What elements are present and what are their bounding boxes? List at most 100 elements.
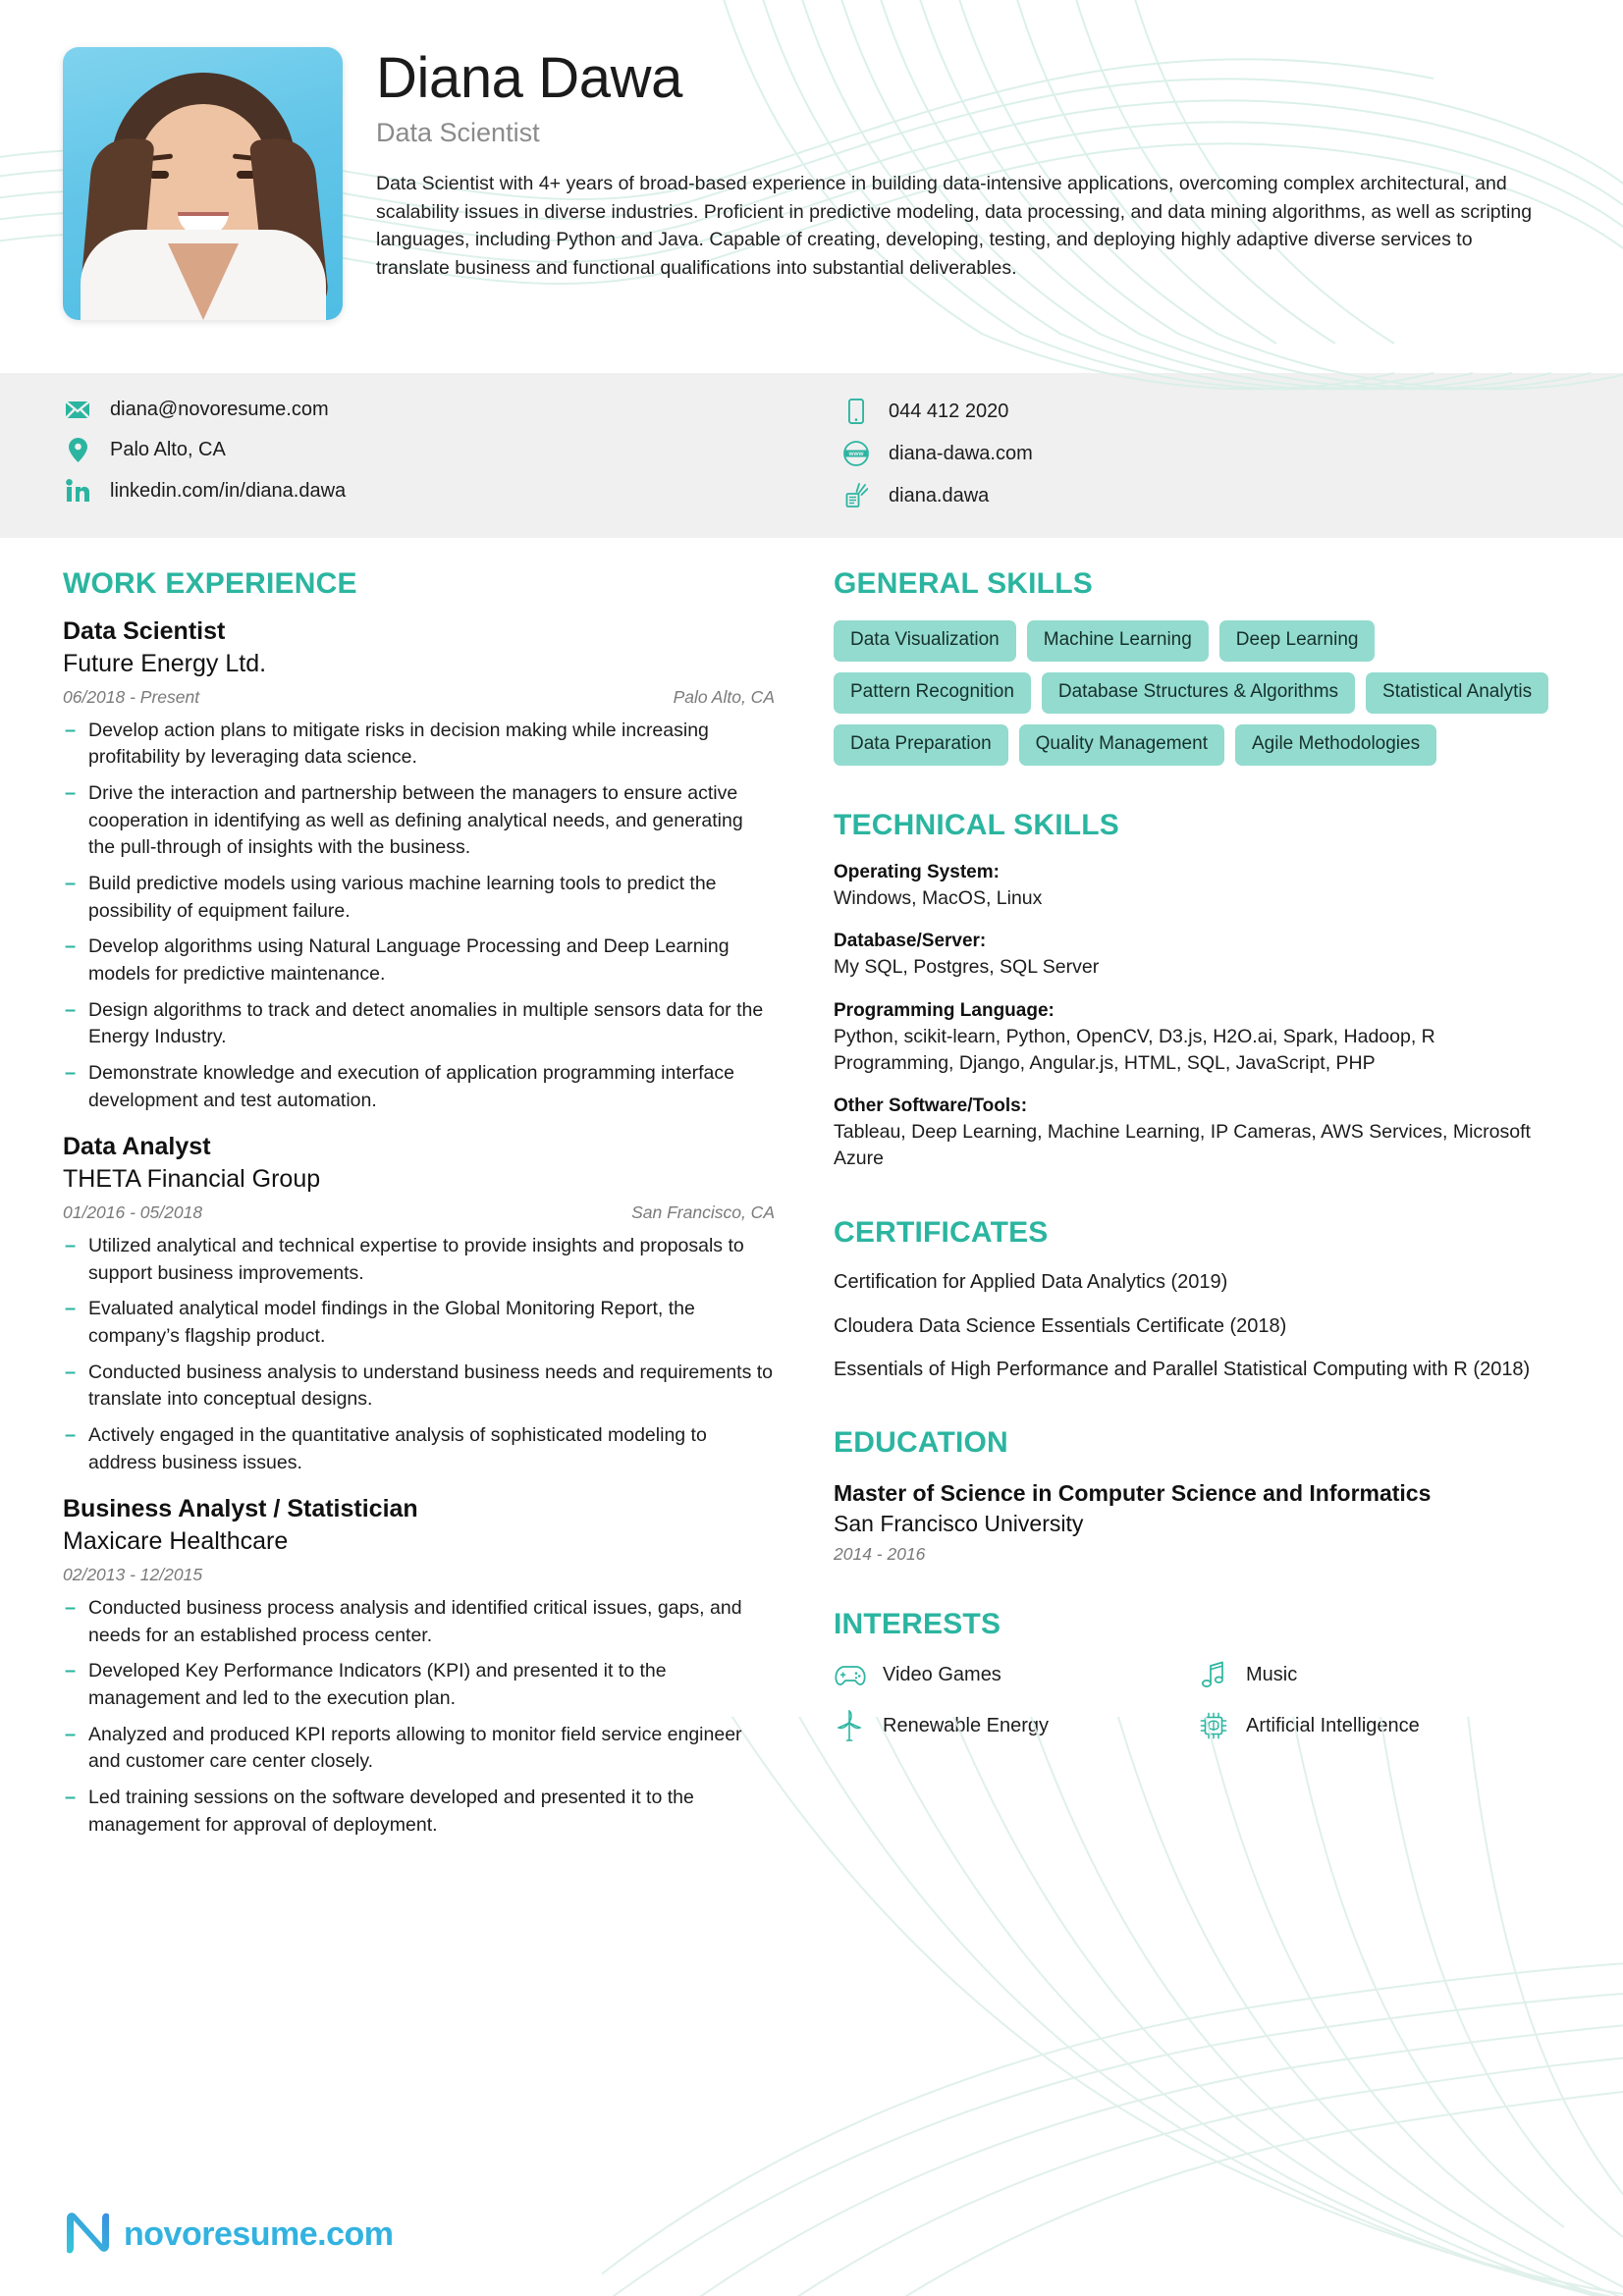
column-left: WORK EXPERIENCE Data Scientist Future En… bbox=[63, 567, 775, 1856]
section-title-certificates: CERTIFICATES bbox=[834, 1215, 1049, 1249]
contact-item-linkedin[interactable]: linkedin.com/in/diana.dawa bbox=[63, 479, 841, 503]
work-bullets: Utilized analytical and technical expert… bbox=[63, 1232, 775, 1477]
interests-section: INTERESTS Video Games Music Renewable En… bbox=[834, 1608, 1560, 1763]
interests-list: Video Games Music Renewable Energy Artif… bbox=[834, 1661, 1560, 1763]
interest-label: Video Games bbox=[883, 1663, 1001, 1685]
work-bullet: Design algorithms to track and detect an… bbox=[63, 996, 775, 1051]
contact-email-value: diana@novoresume.com bbox=[110, 399, 329, 420]
interest-item-artificial-intelligence: Artificial Intelligence bbox=[1197, 1710, 1560, 1741]
certificate-item: Essentials of High Performance and Paral… bbox=[834, 1359, 1531, 1381]
work-bullets: Develop action plans to mitigate risks i… bbox=[63, 716, 775, 1115]
work-bullet: Develop action plans to mitigate risks i… bbox=[63, 716, 775, 772]
work-bullet: Led training sessions on the software de… bbox=[63, 1784, 775, 1839]
contact-location-value: Palo Alto, CA bbox=[110, 439, 226, 460]
header-job-title: Data Scientist bbox=[376, 118, 540, 148]
avatar-collar bbox=[167, 243, 239, 320]
work-bullet: Conducted business analysis to understan… bbox=[63, 1359, 775, 1414]
work-bullet: Demonstrate knowledge and execution of a… bbox=[63, 1059, 775, 1114]
work-bullets: Conducted business process analysis and … bbox=[63, 1594, 775, 1840]
skill-chip: Deep Learning bbox=[1218, 620, 1376, 662]
certificate-item: Certification for Applied Data Analytics… bbox=[834, 1270, 1228, 1293]
work-location: San Francisco, CA bbox=[631, 1201, 775, 1222]
interest-label: Music bbox=[1246, 1663, 1298, 1685]
work-company: Maxicare Healthcare bbox=[63, 1527, 289, 1556]
avatar bbox=[63, 47, 343, 320]
contact-item-website[interactable]: www diana-dawa.com bbox=[841, 441, 1033, 466]
interest-label: Renewable Energy bbox=[883, 1714, 1049, 1736]
work-entry: Business Analyst / Statistician Maxicare… bbox=[63, 1494, 775, 1839]
footer-logo-text: novoresume.com bbox=[124, 2216, 394, 2253]
work-bullet: Utilized analytical and technical expert… bbox=[63, 1232, 775, 1287]
tech-skill-group: Operating System: Windows, MacOS, Linux bbox=[834, 862, 1560, 912]
contact-column-right: 044 412 2020 www diana-dawa.com diana.da… bbox=[841, 399, 1033, 508]
contact-column-left: diana@novoresume.com Palo Alto, CA linke… bbox=[63, 399, 841, 508]
work-role: Data Scientist bbox=[63, 617, 226, 645]
work-bullet: Actively engaged in the quantitative ana… bbox=[63, 1421, 775, 1476]
svg-text:www: www bbox=[848, 451, 864, 457]
technical-skills-section: TECHNICAL SKILLS Operating System: Windo… bbox=[834, 809, 1560, 1173]
section-title-interests: INTERESTS bbox=[834, 1608, 1001, 1641]
contact-item-location[interactable]: Palo Alto, CA bbox=[63, 438, 841, 462]
page-title: Diana Dawa bbox=[376, 46, 682, 110]
work-date: 02/2013 - 12/2015 bbox=[63, 1564, 203, 1584]
work-bullet: Conducted business process analysis and … bbox=[63, 1594, 775, 1649]
cpu-brain-icon bbox=[1197, 1711, 1230, 1740]
work-date: 01/2016 - 05/2018 bbox=[63, 1201, 203, 1222]
tech-skill-group: Database/Server: My SQL, Postgres, SQL S… bbox=[834, 931, 1560, 981]
tech-skill-group: Other Software/Tools: Tableau, Deep Lear… bbox=[834, 1095, 1560, 1173]
skill-chip: Data Visualization bbox=[834, 620, 1016, 662]
contact-bar: diana@novoresume.com Palo Alto, CA linke… bbox=[0, 373, 1623, 538]
contact-skype-value: diana.dawa bbox=[889, 484, 990, 507]
resume-page: Diana Dawa Data Scientist Data Scientist… bbox=[0, 0, 1623, 2296]
education-school: San Francisco University bbox=[834, 1511, 1084, 1537]
mobile-phone-icon bbox=[841, 399, 871, 424]
skill-chip: Pattern Recognition bbox=[834, 672, 1031, 714]
resume-body: WORK EXPERIENCE Data Scientist Future En… bbox=[0, 538, 1623, 1856]
certificates-section: CERTIFICATES Certification for Applied D… bbox=[834, 1216, 1560, 1383]
work-bullet: Develop algorithms using Natural Languag… bbox=[63, 933, 775, 988]
work-bullet: Developed Key Performance Indicators (KP… bbox=[63, 1657, 775, 1712]
general-skills-list: Data Visualization Machine Learning Deep… bbox=[834, 620, 1560, 766]
contact-item-email[interactable]: diana@novoresume.com bbox=[63, 399, 841, 421]
tech-skill-label: Programming Language: bbox=[834, 999, 1055, 1021]
globe-www-icon: www bbox=[841, 441, 871, 466]
skill-chip: Statistical Analytis bbox=[1366, 672, 1549, 714]
gamepad-icon bbox=[834, 1663, 867, 1686]
tech-skill-group: Programming Language: Python, scikit-lea… bbox=[834, 1000, 1560, 1078]
work-bullet: Analyzed and produced KPI reports allowi… bbox=[63, 1721, 775, 1776]
footer-branding[interactable]: novoresume.com bbox=[63, 2209, 394, 2261]
work-meta: 06/2018 - Present Palo Alto, CA bbox=[63, 687, 775, 708]
tech-skill-label: Database/Server: bbox=[834, 931, 987, 952]
contact-linkedin-value: linkedin.com/in/diana.dawa bbox=[110, 479, 347, 502]
education-section: EDUCATION Master of Science in Computer … bbox=[834, 1426, 1560, 1565]
novoresume-n-logo-icon bbox=[63, 2209, 114, 2261]
map-pin-icon bbox=[63, 438, 92, 462]
certificate-item: Cloudera Data Science Essentials Certifi… bbox=[834, 1314, 1287, 1337]
section-title-work-experience: WORK EXPERIENCE bbox=[63, 567, 357, 600]
contact-item-phone[interactable]: 044 412 2020 bbox=[841, 399, 1033, 424]
skill-chip: Database Structures & Algorithms bbox=[1041, 672, 1356, 714]
tech-skill-value: Tableau, Deep Learning, Machine Learning… bbox=[834, 1121, 1531, 1170]
work-bullet: Drive the interaction and partnership be… bbox=[63, 779, 775, 862]
section-title-general-skills: GENERAL SKILLS bbox=[834, 567, 1093, 600]
skill-chip: Data Preparation bbox=[834, 724, 1008, 766]
work-role: Data Analyst bbox=[63, 1133, 211, 1161]
contact-item-skype[interactable]: diana.dawa bbox=[841, 483, 1033, 508]
work-meta: 02/2013 - 12/2015 bbox=[63, 1565, 775, 1585]
skype-icon bbox=[841, 483, 871, 508]
tech-skill-value: Windows, MacOS, Linux bbox=[834, 887, 1043, 909]
interest-label: Artificial Intelligence bbox=[1246, 1714, 1420, 1736]
work-date: 06/2018 - Present bbox=[63, 686, 200, 707]
work-location: Palo Alto, CA bbox=[673, 686, 775, 707]
tech-skill-value: My SQL, Postgres, SQL Server bbox=[834, 956, 1100, 979]
work-entry: Data Scientist Future Energy Ltd. 06/201… bbox=[63, 616, 775, 1114]
education-date: 2014 - 2016 bbox=[834, 1544, 926, 1565]
envelope-icon bbox=[63, 400, 92, 419]
contact-website-value: diana-dawa.com bbox=[889, 442, 1033, 464]
avatar-eye-left bbox=[149, 171, 169, 179]
interest-item-video-games: Video Games bbox=[834, 1661, 1197, 1688]
work-bullet: Build predictive models using various ma… bbox=[63, 870, 775, 925]
resume-header: Diana Dawa Data Scientist Data Scientist… bbox=[0, 0, 1623, 373]
skill-chip: Machine Learning bbox=[1026, 620, 1209, 662]
contact-phone-value: 044 412 2020 bbox=[889, 400, 1009, 422]
